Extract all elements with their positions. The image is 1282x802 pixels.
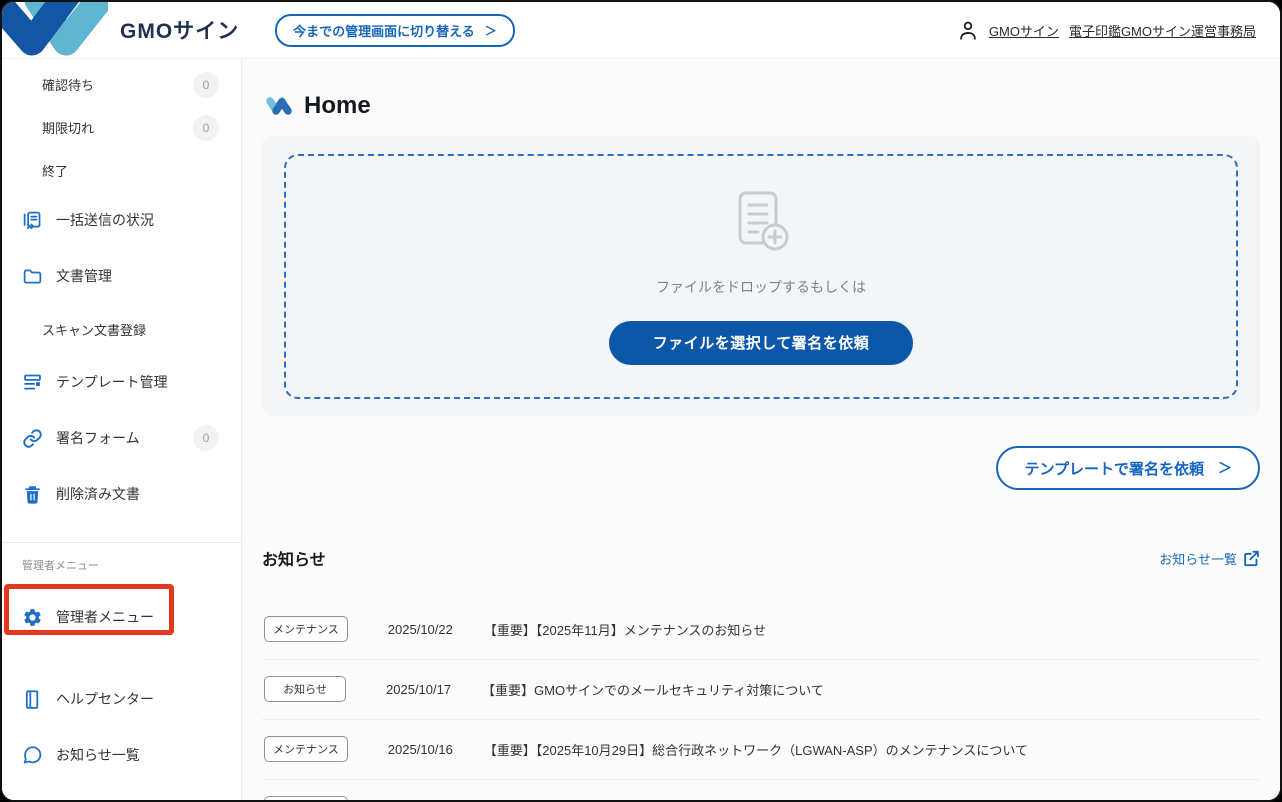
sidebar-item-admin-menu[interactable]: 管理者メニュー xyxy=(2,589,241,645)
sidebar-item-label: 一括送信の状況 xyxy=(56,212,154,228)
sidebar: 確認待ち 0 期限切れ 0 終了 一括送信の状況 文書管理 スキャン文書登録 テ… xyxy=(2,59,242,800)
notices-section-title: お知らせ xyxy=(262,552,326,569)
gmo-sign-logo-mark-icon xyxy=(2,2,108,56)
template-sign-request-label: テンプレートで署名を依頼 xyxy=(1024,460,1204,478)
document-add-icon xyxy=(738,191,789,250)
template-sign-request-button[interactable]: テンプレートで署名を依頼 ＞ xyxy=(996,446,1260,490)
notice-category-badge: メンテナンス xyxy=(264,736,348,762)
notices-list: メンテナンス 2025/10/22 【重要】【2025年11月】メンテナンスのお… xyxy=(262,600,1260,800)
notice-row[interactable]: お知らせ 2025/10/17 【重要】GMOサインでのメールセキュリティ対策に… xyxy=(262,660,1260,720)
notice-title: 【重要】【2025年11月】メンテナンスのお知らせ xyxy=(483,622,767,638)
home-logo-icon xyxy=(266,97,292,115)
count-badge: 0 xyxy=(193,114,219,141)
sidebar-item-label: お知らせ一覧 xyxy=(56,747,140,763)
count-badge: 0 xyxy=(193,425,219,451)
switch-admin-screen-button[interactable]: 今までの管理画面に切り替える ＞ xyxy=(275,13,515,47)
sidebar-item-label: 削除済み文書 xyxy=(56,486,140,502)
sidebar-item-document-management[interactable]: 文書管理 xyxy=(2,248,241,304)
account-company-link[interactable]: GMOサイン xyxy=(989,21,1059,40)
notice-row[interactable]: メンテナンス 2025/10/22 【重要】【2025年11月】メンテナンスのお… xyxy=(262,600,1260,660)
template-icon xyxy=(24,374,41,389)
bulk-send-icon xyxy=(23,211,41,229)
link-icon xyxy=(23,428,42,448)
sidebar-item-announcement-list[interactable]: お知らせ一覧 xyxy=(2,727,241,783)
main-content: Home ファイルをドロップするもしくは ファイルを選択して署名を依頼 テンプレ… xyxy=(242,59,1280,800)
sidebar-item-label: 確認待ち xyxy=(42,78,95,93)
notice-date: 2025/10/22 xyxy=(387,621,453,637)
user-icon xyxy=(960,21,976,40)
sidebar-divider xyxy=(2,542,241,543)
chevron-right-icon: ＞ xyxy=(1218,460,1232,476)
sidebar-item-label: ヘルプセンター xyxy=(56,691,154,707)
sidebar-item-label: 期限切れ xyxy=(42,121,95,136)
sidebar-item-label: テンプレート管理 xyxy=(56,374,168,390)
notice-date: 2025/10/16 xyxy=(387,741,453,757)
count-badge: 0 xyxy=(193,71,219,98)
external-link-icon xyxy=(1244,550,1259,566)
notices-list-link-label: お知らせ一覧 xyxy=(1159,551,1237,567)
notice-row[interactable]: メンテナンス 2025/10/ 【重要】 xyxy=(262,780,1260,800)
trash-icon xyxy=(25,485,40,504)
notice-category-badge: メンテナンス xyxy=(264,616,348,642)
chevron-right-icon: ＞ xyxy=(484,23,497,38)
book-icon xyxy=(25,689,39,709)
sidebar-item-scan-document-register[interactable]: スキャン文書登録 xyxy=(2,304,241,354)
notice-title: 【重要】【2025年10月29日】総合行政ネットワーク（LGWAN-ASP）のメ… xyxy=(483,742,1029,758)
chat-icon xyxy=(23,745,42,763)
sidebar-item-label: 管理者メニュー xyxy=(56,609,154,625)
app-logo-text: GMOサイン xyxy=(120,20,240,43)
sidebar-item-label: 署名フォーム xyxy=(56,430,140,446)
sidebar-item-label: 文書管理 xyxy=(56,268,112,284)
account-user-link[interactable]: 電子印鑑GMOサイン運営事務局 xyxy=(1069,21,1256,40)
notice-category-badge: メンテナンス xyxy=(264,796,348,800)
sidebar-item-expired[interactable]: 期限切れ 0 xyxy=(2,106,241,149)
sidebar-item-awaiting-confirmation[interactable]: 確認待ち 0 xyxy=(2,63,241,106)
admin-section-label: 管理者メニュー xyxy=(22,560,99,572)
top-header: GMOサイン 今までの管理画面に切り替える ＞ GMOサイン 電子印鑑GMOサイ… xyxy=(2,2,1280,59)
sidebar-item-help-center[interactable]: ヘルプセンター xyxy=(2,671,241,727)
sidebar-item-label: 終了 xyxy=(42,164,69,179)
sidebar-item-completed[interactable]: 終了 xyxy=(2,149,241,192)
sidebar-item-signature-form[interactable]: 署名フォーム 0 xyxy=(2,410,241,466)
dropzone-hint-text: ファイルをドロップするもしくは xyxy=(656,278,866,295)
notice-category-badge: お知らせ xyxy=(264,676,346,702)
gear-icon xyxy=(24,608,41,626)
notices-list-link[interactable]: お知らせ一覧 xyxy=(1159,549,1260,568)
notice-row[interactable]: メンテナンス 2025/10/16 【重要】【2025年10月29日】総合行政ネ… xyxy=(262,720,1260,780)
switch-admin-screen-label: 今までの管理画面に切り替える xyxy=(293,23,475,39)
sidebar-item-deleted-documents[interactable]: 削除済み文書 xyxy=(2,466,241,522)
page-title-row: Home xyxy=(262,92,1260,120)
page-title: Home xyxy=(304,92,371,119)
notice-date: 2025/10/17 xyxy=(386,681,452,697)
account-area: GMOサイン 電子印鑑GMOサイン運営事務局 xyxy=(957,19,1256,41)
sidebar-item-bulk-send-status[interactable]: 一括送信の状況 xyxy=(2,192,241,248)
sidebar-item-template-management[interactable]: テンプレート管理 xyxy=(2,354,241,410)
file-drop-panel: ファイルをドロップするもしくは ファイルを選択して署名を依頼 xyxy=(262,136,1260,416)
sidebar-item-label: スキャン文書登録 xyxy=(42,322,147,338)
folder-icon xyxy=(23,269,42,283)
app-window: GMOサイン 今までの管理画面に切り替える ＞ GMOサイン 電子印鑑GMOサイ… xyxy=(0,0,1282,802)
notice-title: 【重要】GMOサインでのメールセキュリティ対策について xyxy=(482,682,824,698)
select-file-button[interactable]: ファイルを選択して署名を依頼 xyxy=(608,320,914,365)
file-dropzone[interactable]: ファイルをドロップするもしくは ファイルを選択して署名を依頼 xyxy=(284,154,1238,399)
